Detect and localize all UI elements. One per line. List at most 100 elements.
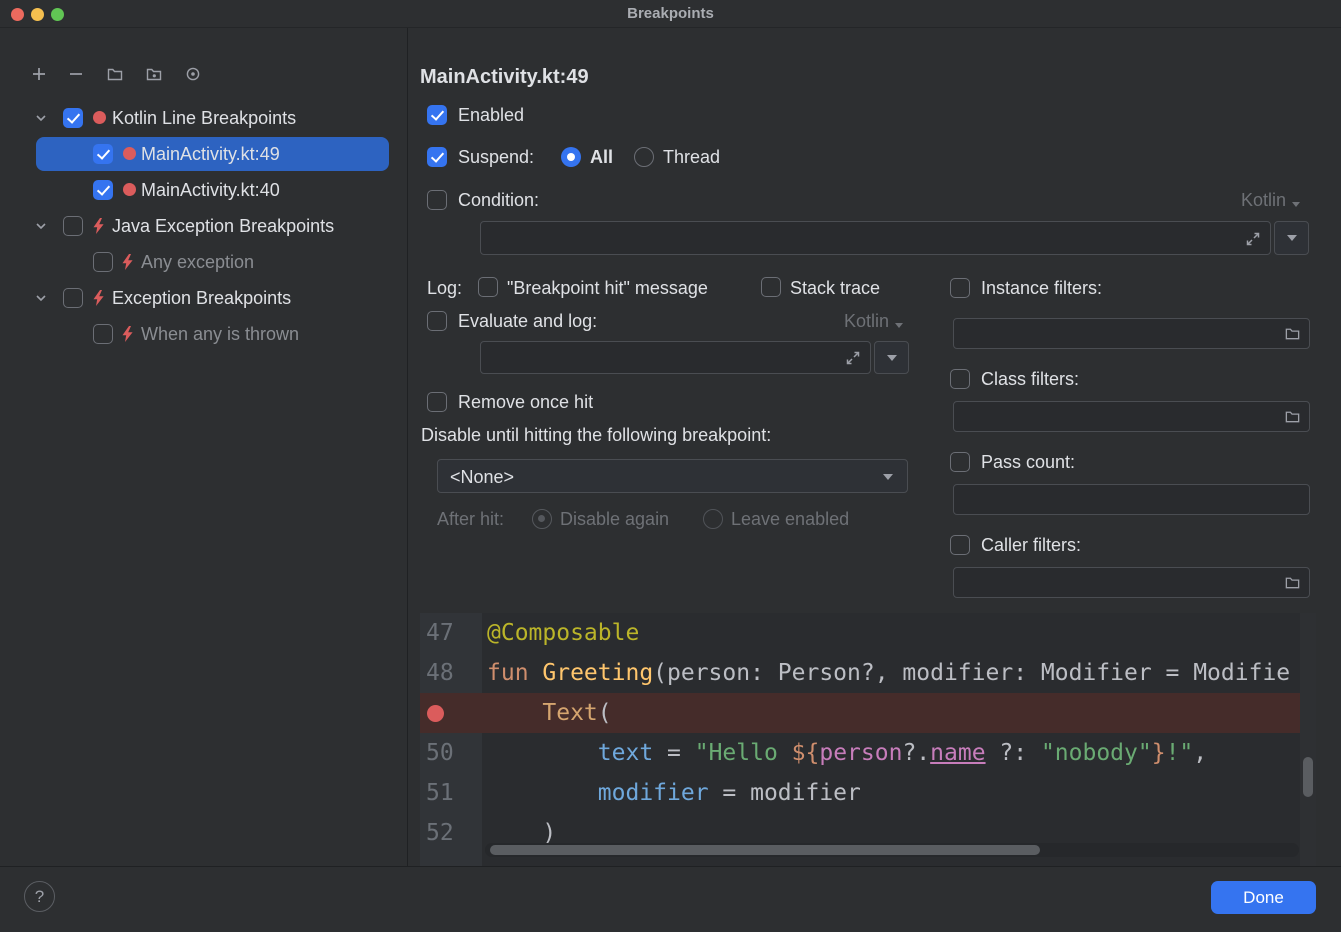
panel-divider	[407, 28, 408, 866]
line-number: 48	[426, 653, 454, 693]
group-by-package-button[interactable]	[141, 61, 167, 87]
tree-item-mainactivity-49[interactable]: MainActivity.kt:49	[0, 136, 407, 172]
line-number: 51	[426, 773, 454, 813]
minus-icon	[67, 65, 85, 83]
breakpoints-dialog: Breakpoints Kotlin Line Breakpoints Main…	[0, 0, 1341, 932]
tree-group-exception[interactable]: Exception Breakpoints	[0, 280, 407, 316]
tree-item-label: MainActivity.kt:40	[141, 178, 280, 202]
line-number: 47	[426, 613, 454, 653]
evaluate-field[interactable]	[480, 341, 871, 374]
instance-filters-field[interactable]	[953, 318, 1310, 349]
pass-count-checkbox[interactable]	[950, 452, 970, 472]
breakpoint-dot-icon	[123, 147, 136, 160]
log-label: Log:	[427, 276, 462, 300]
disable-until-combobox[interactable]: <None>	[437, 459, 908, 493]
pass-count-input[interactable]	[954, 485, 1309, 514]
item-checkbox[interactable]	[93, 144, 113, 164]
folder-package-icon	[145, 65, 163, 83]
code-line: 47 @Composable	[420, 613, 1316, 653]
folder-icon	[106, 65, 124, 83]
evaluate-log-checkbox[interactable]	[427, 311, 447, 331]
remove-once-checkbox[interactable]	[427, 392, 447, 412]
tree-item-when-any-thrown[interactable]: When any is thrown	[0, 316, 407, 352]
horizontal-scrollbar-thumb[interactable]	[490, 845, 1040, 855]
condition-history-dropdown[interactable]	[1274, 221, 1309, 255]
chevron-down-icon[interactable]	[34, 219, 48, 238]
condition-label: Condition:	[458, 188, 539, 212]
group-checkbox[interactable]	[63, 108, 83, 128]
after-hit-label: After hit:	[437, 507, 504, 531]
folder-browse-icon[interactable]	[1284, 574, 1301, 591]
line-number: 50	[426, 733, 454, 773]
class-filters-label: Class filters:	[981, 367, 1079, 391]
leave-enabled-label: Leave enabled	[731, 507, 849, 531]
tree-group-kotlin-line[interactable]: Kotlin Line Breakpoints	[0, 100, 407, 136]
expand-editor-icon[interactable]	[844, 349, 862, 367]
caller-filters-label: Caller filters:	[981, 533, 1081, 557]
language-arrow-icon	[895, 323, 903, 328]
tree-group-java-exception[interactable]: Java Exception Breakpoints	[0, 208, 407, 244]
suspend-label: Suspend:	[458, 145, 534, 169]
code-line: 48 fun Greeting(person: Person?, modifie…	[420, 653, 1316, 693]
class-target-icon	[184, 65, 202, 83]
help-button[interactable]: ?	[24, 881, 55, 912]
item-checkbox[interactable]	[93, 324, 113, 344]
remove-breakpoint-button[interactable]	[63, 61, 89, 87]
chevron-down-icon[interactable]	[34, 291, 48, 310]
caller-filters-checkbox[interactable]	[950, 535, 970, 555]
condition-language-selector[interactable]: Kotlin	[1178, 188, 1300, 212]
caller-filters-input[interactable]	[954, 568, 1309, 597]
breakpoint-dot-icon[interactable]	[427, 705, 444, 722]
code-line-breakpoint: Text(	[420, 693, 1300, 733]
exception-lightning-icon	[91, 290, 106, 311]
window-title: Breakpoints	[0, 5, 1341, 22]
chevron-down-icon	[883, 474, 893, 480]
tree-group-label: Exception Breakpoints	[112, 286, 291, 310]
class-filters-checkbox[interactable]	[950, 369, 970, 389]
condition-input[interactable]	[481, 222, 1270, 254]
log-message-checkbox[interactable]	[478, 277, 498, 297]
pass-count-field[interactable]	[953, 484, 1310, 515]
vertical-scrollbar-thumb[interactable]	[1303, 757, 1313, 797]
leave-enabled-radio	[703, 509, 723, 529]
done-button[interactable]: Done	[1211, 881, 1316, 914]
tree-item-label: Any exception	[141, 250, 254, 274]
group-by-file-button[interactable]	[102, 61, 128, 87]
expand-editor-icon[interactable]	[1244, 230, 1262, 248]
folder-browse-icon[interactable]	[1284, 408, 1301, 425]
tree-item-any-exception[interactable]: Any exception	[0, 244, 407, 280]
stack-trace-label: Stack trace	[790, 276, 880, 300]
chevron-down-icon	[1287, 235, 1297, 241]
instance-filters-checkbox[interactable]	[950, 278, 970, 298]
stack-trace-checkbox[interactable]	[761, 277, 781, 297]
instance-filters-label: Instance filters:	[981, 276, 1102, 300]
suspend-all-radio[interactable]	[561, 147, 581, 167]
group-checkbox[interactable]	[63, 216, 83, 236]
folder-browse-icon[interactable]	[1284, 325, 1301, 342]
suspend-checkbox[interactable]	[427, 147, 447, 167]
exception-lightning-icon	[120, 254, 135, 275]
remove-once-label: Remove once hit	[458, 390, 593, 414]
condition-field[interactable]	[480, 221, 1271, 255]
group-checkbox[interactable]	[63, 288, 83, 308]
group-by-class-button[interactable]	[180, 61, 206, 87]
evaluate-input[interactable]	[481, 342, 870, 373]
add-breakpoint-button[interactable]	[26, 61, 52, 87]
class-filters-input[interactable]	[954, 402, 1309, 431]
caller-filters-field[interactable]	[953, 567, 1310, 598]
instance-filters-input[interactable]	[954, 319, 1309, 348]
suspend-thread-label: Thread	[663, 145, 720, 169]
item-checkbox[interactable]	[93, 252, 113, 272]
class-filters-field[interactable]	[953, 401, 1310, 432]
breakpoint-dot-icon	[93, 111, 106, 124]
tree-item-mainactivity-40[interactable]: MainActivity.kt:40	[0, 172, 407, 208]
evaluate-history-dropdown[interactable]	[874, 341, 909, 374]
disable-again-radio	[532, 509, 552, 529]
evaluate-language-selector[interactable]: Kotlin	[783, 309, 903, 333]
enabled-checkbox[interactable]	[427, 105, 447, 125]
condition-checkbox[interactable]	[427, 190, 447, 210]
item-checkbox[interactable]	[93, 180, 113, 200]
suspend-thread-radio[interactable]	[634, 147, 654, 167]
breakpoint-dot-icon	[123, 183, 136, 196]
chevron-down-icon[interactable]	[34, 111, 48, 130]
